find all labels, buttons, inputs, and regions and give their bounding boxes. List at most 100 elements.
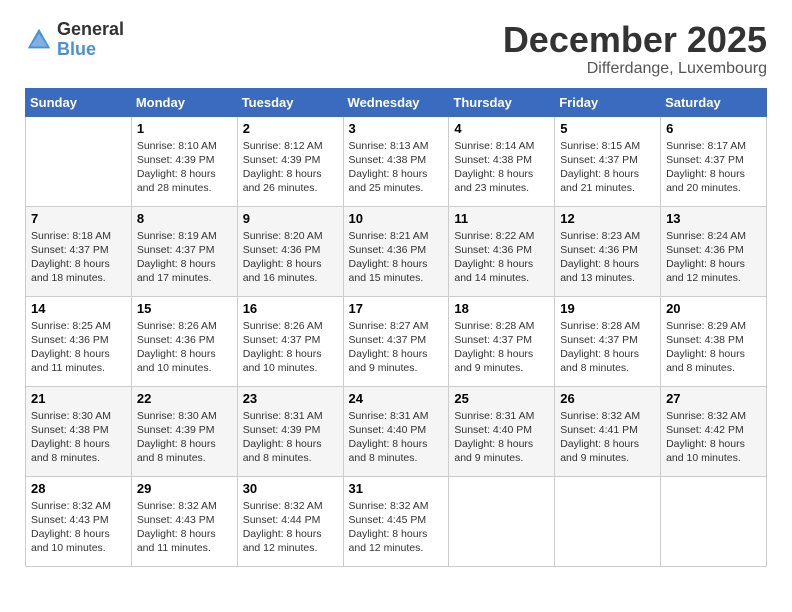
day-info: Sunrise: 8:26 AMSunset: 4:36 PMDaylight:… xyxy=(137,319,232,376)
day-info: Sunrise: 8:13 AMSunset: 4:38 PMDaylight:… xyxy=(349,139,444,196)
calendar-cell: 16 Sunrise: 8:26 AMSunset: 4:37 PMDayligh… xyxy=(237,296,343,386)
day-info: Sunrise: 8:32 AMSunset: 4:42 PMDaylight:… xyxy=(666,409,761,466)
day-number: 26 xyxy=(560,391,655,406)
day-number: 11 xyxy=(454,211,549,226)
day-info: Sunrise: 8:30 AMSunset: 4:39 PMDaylight:… xyxy=(137,409,232,466)
day-info: Sunrise: 8:31 AMSunset: 4:39 PMDaylight:… xyxy=(243,409,338,466)
calendar-cell: 31 Sunrise: 8:32 AMSunset: 4:45 PMDayligh… xyxy=(343,476,449,566)
calendar-cell: 13 Sunrise: 8:24 AMSunset: 4:36 PMDayligh… xyxy=(661,206,767,296)
page-header: General Blue December 2025 Differdange, … xyxy=(25,20,767,78)
logo: General Blue xyxy=(25,20,124,60)
week-row-1: 1 Sunrise: 8:10 AMSunset: 4:39 PMDaylight… xyxy=(26,116,767,206)
title-block: December 2025 Differdange, Luxembourg xyxy=(503,20,767,78)
day-info: Sunrise: 8:29 AMSunset: 4:38 PMDaylight:… xyxy=(666,319,761,376)
calendar-cell: 5 Sunrise: 8:15 AMSunset: 4:37 PMDaylight… xyxy=(555,116,661,206)
day-header-thursday: Thursday xyxy=(449,88,555,116)
week-row-4: 21 Sunrise: 8:30 AMSunset: 4:38 PMDayligh… xyxy=(26,386,767,476)
logo-blue-text: Blue xyxy=(57,40,124,60)
location: Differdange, Luxembourg xyxy=(503,60,767,78)
calendar-cell: 10 Sunrise: 8:21 AMSunset: 4:36 PMDayligh… xyxy=(343,206,449,296)
day-info: Sunrise: 8:32 AMSunset: 4:43 PMDaylight:… xyxy=(137,499,232,556)
day-info: Sunrise: 8:12 AMSunset: 4:39 PMDaylight:… xyxy=(243,139,338,196)
day-info: Sunrise: 8:22 AMSunset: 4:36 PMDaylight:… xyxy=(454,229,549,286)
day-info: Sunrise: 8:28 AMSunset: 4:37 PMDaylight:… xyxy=(454,319,549,376)
calendar-table: SundayMondayTuesdayWednesdayThursdayFrid… xyxy=(25,88,767,567)
day-info: Sunrise: 8:24 AMSunset: 4:36 PMDaylight:… xyxy=(666,229,761,286)
day-info: Sunrise: 8:21 AMSunset: 4:36 PMDaylight:… xyxy=(349,229,444,286)
calendar-cell: 20 Sunrise: 8:29 AMSunset: 4:38 PMDayligh… xyxy=(661,296,767,386)
day-number: 28 xyxy=(31,481,126,496)
day-number: 20 xyxy=(666,301,761,316)
day-header-monday: Monday xyxy=(131,88,237,116)
day-number: 7 xyxy=(31,211,126,226)
day-number: 23 xyxy=(243,391,338,406)
calendar-cell: 1 Sunrise: 8:10 AMSunset: 4:39 PMDaylight… xyxy=(131,116,237,206)
calendar-cell: 21 Sunrise: 8:30 AMSunset: 4:38 PMDayligh… xyxy=(26,386,132,476)
day-number: 2 xyxy=(243,121,338,136)
calendar-cell: 6 Sunrise: 8:17 AMSunset: 4:37 PMDaylight… xyxy=(661,116,767,206)
month-title: December 2025 xyxy=(503,20,767,60)
day-info: Sunrise: 8:32 AMSunset: 4:45 PMDaylight:… xyxy=(349,499,444,556)
day-number: 1 xyxy=(137,121,232,136)
calendar-header-row: SundayMondayTuesdayWednesdayThursdayFrid… xyxy=(26,88,767,116)
day-number: 12 xyxy=(560,211,655,226)
day-number: 3 xyxy=(349,121,444,136)
day-number: 24 xyxy=(349,391,444,406)
calendar-cell: 2 Sunrise: 8:12 AMSunset: 4:39 PMDaylight… xyxy=(237,116,343,206)
calendar-cell: 9Sunrise: 8:20 AMSunset: 4:36 PMDaylight… xyxy=(237,206,343,296)
day-info: Sunrise: 8:26 AMSunset: 4:37 PMDaylight:… xyxy=(243,319,338,376)
day-header-wednesday: Wednesday xyxy=(343,88,449,116)
day-info: Sunrise: 8:19 AMSunset: 4:37 PMDaylight:… xyxy=(137,229,232,286)
calendar-cell: 7 Sunrise: 8:18 AMSunset: 4:37 PMDaylight… xyxy=(26,206,132,296)
day-number: 18 xyxy=(454,301,549,316)
day-number: 6 xyxy=(666,121,761,136)
calendar-cell: 14 Sunrise: 8:25 AMSunset: 4:36 PMDayligh… xyxy=(26,296,132,386)
day-number: 21 xyxy=(31,391,126,406)
week-row-5: 28 Sunrise: 8:32 AMSunset: 4:43 PMDayligh… xyxy=(26,476,767,566)
day-number: 10 xyxy=(349,211,444,226)
calendar-cell: 4 Sunrise: 8:14 AMSunset: 4:38 PMDaylight… xyxy=(449,116,555,206)
day-info: Sunrise: 8:31 AMSunset: 4:40 PMDaylight:… xyxy=(454,409,549,466)
calendar-cell: 3 Sunrise: 8:13 AMSunset: 4:38 PMDaylight… xyxy=(343,116,449,206)
day-number: 15 xyxy=(137,301,232,316)
calendar-cell: 12 Sunrise: 8:23 AMSunset: 4:36 PMDayligh… xyxy=(555,206,661,296)
day-info: Sunrise: 8:15 AMSunset: 4:37 PMDaylight:… xyxy=(560,139,655,196)
calendar-cell: 23 Sunrise: 8:31 AMSunset: 4:39 PMDayligh… xyxy=(237,386,343,476)
day-info: Sunrise: 8:27 AMSunset: 4:37 PMDaylight:… xyxy=(349,319,444,376)
calendar-cell: 17 Sunrise: 8:27 AMSunset: 4:37 PMDayligh… xyxy=(343,296,449,386)
day-info: Sunrise: 8:18 AMSunset: 4:37 PMDaylight:… xyxy=(31,229,126,286)
day-number: 17 xyxy=(349,301,444,316)
day-info: Sunrise: 8:30 AMSunset: 4:38 PMDaylight:… xyxy=(31,409,126,466)
day-number: 29 xyxy=(137,481,232,496)
day-info: Sunrise: 8:10 AMSunset: 4:39 PMDaylight:… xyxy=(137,139,232,196)
logo-icon xyxy=(25,26,53,54)
calendar-cell: 11 Sunrise: 8:22 AMSunset: 4:36 PMDayligh… xyxy=(449,206,555,296)
day-number: 22 xyxy=(137,391,232,406)
calendar-cell: 19Sunrise: 8:28 AMSunset: 4:37 PMDayligh… xyxy=(555,296,661,386)
day-number: 13 xyxy=(666,211,761,226)
day-number: 16 xyxy=(243,301,338,316)
day-number: 4 xyxy=(454,121,549,136)
calendar-cell: 22 Sunrise: 8:30 AMSunset: 4:39 PMDayligh… xyxy=(131,386,237,476)
day-info: Sunrise: 8:17 AMSunset: 4:37 PMDaylight:… xyxy=(666,139,761,196)
calendar-cell xyxy=(661,476,767,566)
day-number: 14 xyxy=(31,301,126,316)
day-info: Sunrise: 8:32 AMSunset: 4:41 PMDaylight:… xyxy=(560,409,655,466)
day-info: Sunrise: 8:23 AMSunset: 4:36 PMDaylight:… xyxy=(560,229,655,286)
day-info: Sunrise: 8:14 AMSunset: 4:38 PMDaylight:… xyxy=(454,139,549,196)
day-header-saturday: Saturday xyxy=(661,88,767,116)
calendar-cell: 8 Sunrise: 8:19 AMSunset: 4:37 PMDaylight… xyxy=(131,206,237,296)
calendar-cell: 26 Sunrise: 8:32 AMSunset: 4:41 PMDayligh… xyxy=(555,386,661,476)
week-row-3: 14 Sunrise: 8:25 AMSunset: 4:36 PMDayligh… xyxy=(26,296,767,386)
day-number: 5 xyxy=(560,121,655,136)
calendar-cell xyxy=(555,476,661,566)
day-number: 8 xyxy=(137,211,232,226)
day-info: Sunrise: 8:32 AMSunset: 4:44 PMDaylight:… xyxy=(243,499,338,556)
logo-general-text: General xyxy=(57,20,124,40)
calendar-cell: 25Sunrise: 8:31 AMSunset: 4:40 PMDayligh… xyxy=(449,386,555,476)
calendar-cell xyxy=(449,476,555,566)
day-info: Sunrise: 8:25 AMSunset: 4:36 PMDaylight:… xyxy=(31,319,126,376)
day-header-sunday: Sunday xyxy=(26,88,132,116)
day-number: 31 xyxy=(349,481,444,496)
calendar-cell: 30Sunrise: 8:32 AMSunset: 4:44 PMDayligh… xyxy=(237,476,343,566)
